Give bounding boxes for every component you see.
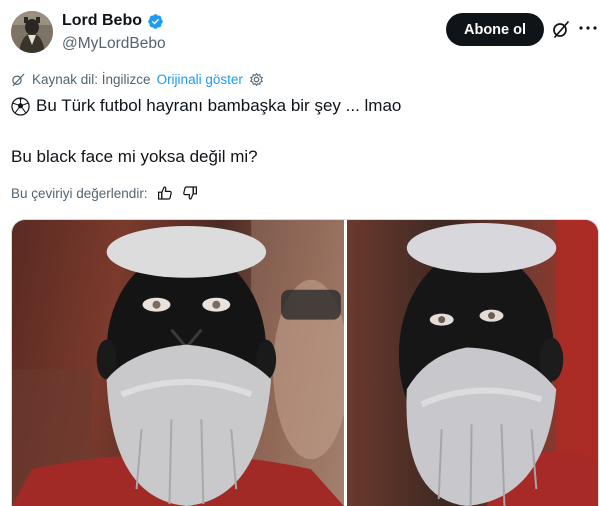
rate-translation-row: Bu çeviriyi değerlendir: (11, 185, 198, 201)
avatar[interactable] (11, 11, 53, 53)
more-icon[interactable] (578, 18, 598, 38)
media-photo-1[interactable] (12, 220, 344, 506)
verified-badge-icon (147, 13, 164, 30)
soccer-ball-icon (11, 96, 30, 116)
settings-icon[interactable] (249, 72, 264, 87)
rate-translation-label: Bu çeviriyi değerlendir: (11, 185, 148, 201)
media-photo-2[interactable] (346, 220, 598, 506)
grok-icon[interactable] (551, 19, 571, 39)
tweet-media[interactable] (11, 219, 599, 506)
avatar-image (11, 11, 53, 53)
author-handle[interactable]: @MyLordBebo (62, 35, 166, 53)
tweet-text-line-2: Bu black face mi yoksa değil mi? (11, 147, 258, 166)
thumbs-up-icon[interactable] (157, 185, 173, 201)
author-name[interactable]: Lord Bebo (62, 12, 142, 30)
thumbs-down-icon[interactable] (182, 185, 198, 201)
translation-source-row: Kaynak dil: İngilizce Orijinali göster (11, 72, 264, 87)
follow-button[interactable]: Abone ol (446, 13, 544, 46)
tweet-text-line-1: Bu Türk futbol hayranı bambaşka bir şey … (11, 96, 401, 116)
tweet-text: Bu Türk futbol hayranı bambaşka bir şey … (36, 96, 402, 115)
author-name-row[interactable]: Lord Bebo (62, 12, 164, 30)
source-language-label: Kaynak dil: İngilizce (32, 72, 151, 87)
translate-icon (11, 72, 26, 87)
show-original-link[interactable]: Orijinali göster (157, 72, 243, 87)
